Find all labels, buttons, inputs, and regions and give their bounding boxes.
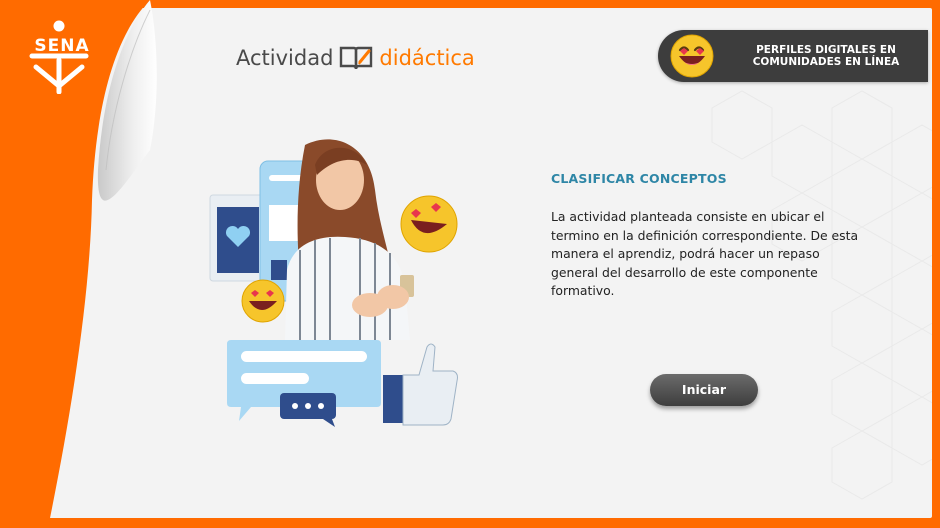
course-title-line-2: COMUNIDADES EN LÍNEA	[752, 56, 900, 68]
course-title-pill: PERFILES DIGITALES EN COMUNIDADES EN LÍN…	[658, 30, 928, 82]
sena-logo: SENA	[18, 20, 100, 95]
laughing-emoji-icon	[670, 34, 714, 78]
brand-didactica: didáctica	[379, 46, 475, 70]
brand-actividad: Actividad	[236, 46, 334, 70]
activity-brand: Actividad didáctica	[236, 40, 475, 76]
course-title-line-1: PERFILES DIGITALES EN	[756, 44, 896, 56]
course-title-text: PERFILES DIGITALES EN COMUNIDADES EN LÍN…	[736, 44, 916, 68]
sena-logo-text: SENA	[34, 36, 90, 56]
start-button[interactable]: Iniciar	[650, 374, 758, 406]
activity-title: CLASIFICAR CONCEPTOS	[551, 171, 727, 186]
social-media-illustration	[209, 139, 458, 427]
open-book-icon	[340, 46, 373, 70]
activity-description: La actividad planteada consiste en ubica…	[551, 209, 859, 298]
sena-logo-mark	[29, 20, 89, 95]
